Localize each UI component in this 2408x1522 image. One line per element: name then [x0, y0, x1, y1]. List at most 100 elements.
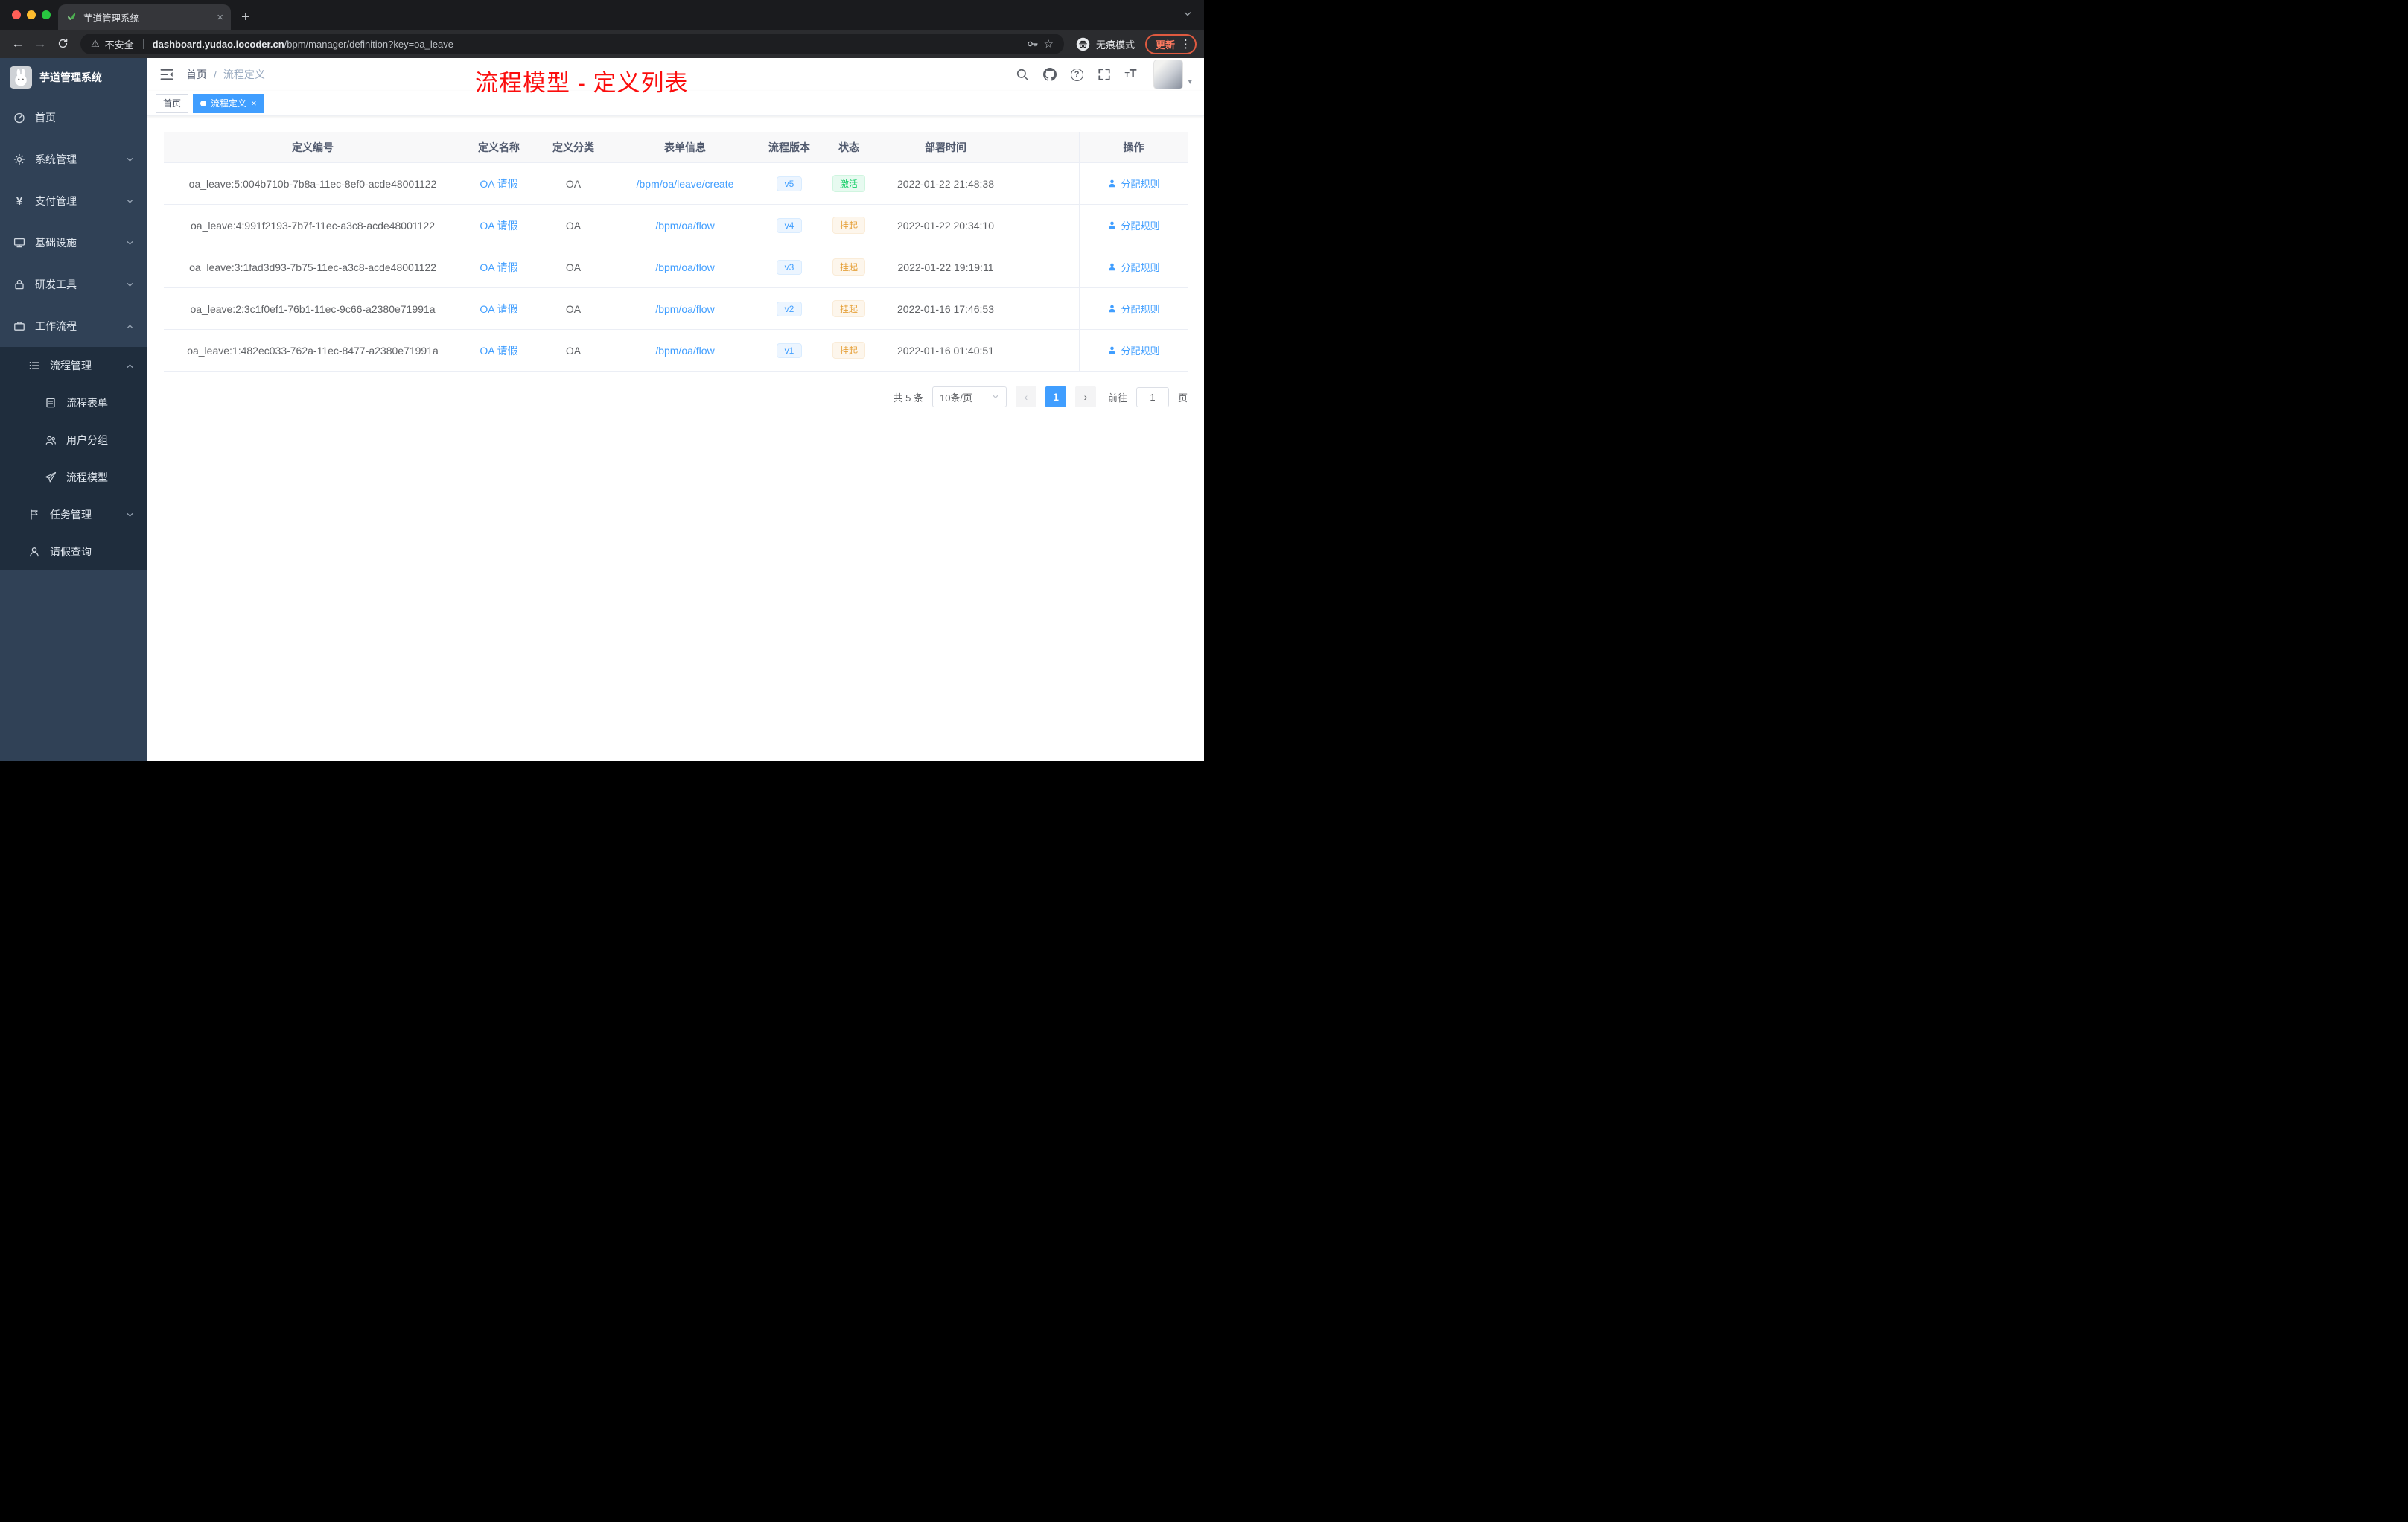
form-link[interactable]: /bpm/oa/flow [655, 345, 714, 357]
assign-rule-button[interactable]: 分配规则 [1107, 260, 1160, 274]
table-row: oa_leave:1:482ec033-762a-11ec-8477-a2380… [164, 330, 1188, 372]
assign-rule-button[interactable]: 分配规则 [1107, 218, 1160, 232]
cell-category: OA [565, 344, 582, 357]
lock-icon [13, 278, 25, 290]
form-link[interactable]: /bpm/oa/leave/create [637, 178, 734, 190]
column-header: 表单信息 [664, 141, 706, 153]
list-icon [28, 360, 40, 372]
url-domain: dashboard.yudao.iocoder.cn [152, 38, 284, 50]
sidebar-item-devtools[interactable]: 研发工具 [0, 264, 147, 305]
sidebar-item-payment[interactable]: ¥ 支付管理 [0, 180, 147, 222]
window-minimize-button[interactable] [27, 10, 36, 19]
sidebar-item-label: 工作流程 [35, 320, 77, 332]
status-badge: 挂起 [832, 342, 865, 359]
form-link[interactable]: /bpm/oa/flow [655, 220, 714, 232]
password-key-icon[interactable] [1027, 38, 1039, 50]
bookmark-star-icon[interactable]: ☆ [1044, 37, 1054, 51]
version-tag: v1 [776, 343, 803, 358]
new-tab-button[interactable]: + [241, 10, 250, 25]
reload-button[interactable] [52, 36, 73, 51]
sidebar-item-user-group[interactable]: 用户分组 [0, 421, 147, 459]
assign-rule-button[interactable]: 分配规则 [1107, 343, 1160, 357]
browser-tab-strip: 芋道管理系统 × + [0, 0, 1204, 30]
total-count: 共 5 条 [893, 392, 923, 404]
column-header: 操作 [1079, 132, 1188, 162]
fullscreen-icon[interactable] [1098, 68, 1111, 81]
breadcrumb-separator: / [214, 69, 217, 80]
sidebar-item-system[interactable]: 系统管理 [0, 138, 147, 180]
form-link[interactable]: /bpm/oa/flow [655, 303, 714, 315]
app-title: 芋道管理系统 [39, 71, 102, 83]
sidebar-item-process-management[interactable]: 流程管理 [0, 347, 147, 384]
tag-process-definition[interactable]: 流程定义 × [193, 93, 264, 113]
chevron-down-icon [126, 511, 134, 519]
page-size-select[interactable]: 10条/页 [931, 386, 1007, 407]
cell-deploy-time: 2022-01-16 17:46:53 [897, 302, 994, 315]
incognito-badge: 无痕模式 [1076, 37, 1135, 51]
prev-page-button[interactable]: ‹ [1015, 386, 1036, 407]
definition-name-link[interactable]: OA 请假 [480, 260, 517, 275]
goto-label: 前往 [1107, 392, 1127, 404]
person-icon [1107, 262, 1117, 272]
tab-title: 芋道管理系统 [83, 13, 140, 24]
sidebar-item-infrastructure[interactable]: 基础设施 [0, 222, 147, 264]
cell-category: OA [565, 219, 582, 232]
sidebar-item-process-model[interactable]: 流程模型 [0, 459, 147, 496]
tag-home[interactable]: 首页 [156, 93, 189, 113]
goto-page-input[interactable] [1135, 386, 1169, 407]
cell-definition-id: oa_leave:3:1fad3d93-7b75-11ec-a3c8-acde4… [189, 261, 436, 273]
definition-name-link[interactable]: OA 请假 [480, 343, 517, 358]
assign-rule-button[interactable]: 分配规则 [1107, 302, 1160, 316]
table-row: oa_leave:3:1fad3d93-7b75-11ec-a3c8-acde4… [164, 246, 1188, 288]
address-bar[interactable]: ⚠ 不安全 dashboard.yudao.iocoder.cn/bpm/man… [80, 34, 1064, 54]
cell-deploy-time: 2022-01-22 19:19:11 [897, 261, 994, 273]
back-button[interactable]: ← [7, 36, 28, 51]
annotation-title: 流程模型 - 定义列表 [475, 70, 689, 96]
assign-rule-button[interactable]: 分配规则 [1107, 176, 1160, 191]
update-button[interactable]: 更新 ⋮ [1144, 34, 1197, 54]
page-number-button[interactable]: 1 [1045, 386, 1066, 407]
window-zoom-button[interactable] [42, 10, 51, 19]
help-icon[interactable]: ? [1070, 68, 1083, 81]
user-avatar-menu[interactable]: ▾ [1153, 60, 1192, 89]
app-logo[interactable]: 芋道管理系统 [0, 58, 147, 97]
search-icon[interactable] [1016, 68, 1029, 81]
security-label: 不安全 [104, 39, 134, 51]
sidebar-item-leave-query[interactable]: 请假查询 [0, 533, 147, 570]
form-link[interactable]: /bpm/oa/flow [655, 261, 714, 273]
breadcrumb-home[interactable]: 首页 [186, 67, 207, 82]
person-icon [1107, 179, 1117, 188]
chevron-down-icon [126, 156, 134, 164]
breadcrumb: 首页 / 流程定义 [186, 67, 265, 82]
status-badge: 挂起 [832, 258, 865, 276]
sidebar-item-label: 用户分组 [66, 434, 108, 446]
sidebar-item-process-form[interactable]: 流程表单 [0, 384, 147, 421]
font-size-icon[interactable]: TT [1125, 69, 1137, 80]
table-row: oa_leave:4:991f2193-7b7f-11ec-a3c8-acde4… [164, 205, 1188, 246]
browser-tab[interactable]: 芋道管理系统 × [58, 4, 231, 30]
sidebar-item-home[interactable]: 首页 [0, 97, 147, 138]
cell-definition-id: oa_leave:4:991f2193-7b7f-11ec-a3c8-acde4… [191, 219, 435, 232]
screen: 芋道管理系统 × + ← → ⚠ 不安全 dashboard.yudao.ioc… [0, 0, 1204, 761]
sidebar-item-label: 首页 [35, 112, 56, 124]
window-close-button[interactable] [12, 10, 21, 19]
incognito-label: 无痕模式 [1095, 39, 1135, 51]
definition-name-link[interactable]: OA 请假 [480, 302, 517, 316]
url-text: dashboard.yudao.iocoder.cn/bpm/manager/d… [153, 39, 1022, 50]
definition-name-link[interactable]: OA 请假 [480, 218, 517, 233]
tab-close-icon[interactable]: × [217, 11, 223, 24]
menu-kebab-icon[interactable]: ⋮ [1180, 37, 1191, 51]
sidebar-item-workflow[interactable]: 工作流程 [0, 305, 147, 347]
sidebar-toggle-icon[interactable] [159, 67, 174, 82]
security-warning-icon[interactable]: ⚠ [91, 38, 100, 50]
sidebar-item-task-management[interactable]: 任务管理 [0, 496, 147, 533]
tag-close-icon[interactable]: × [251, 98, 257, 108]
cell-deploy-time: 2022-01-16 01:40:51 [897, 344, 994, 357]
sidebar: 芋道管理系统 首页 系统管理 ¥ 支付管理 基础设施 研发工具 工作流程 流程管… [0, 58, 147, 761]
next-page-button[interactable]: › [1074, 386, 1096, 407]
github-icon[interactable] [1043, 68, 1057, 81]
tab-search-chevron-icon[interactable] [1183, 9, 1192, 22]
definition-name-link[interactable]: OA 请假 [480, 176, 517, 191]
breadcrumb-current: 流程定义 [223, 69, 265, 80]
forward-button[interactable]: → [30, 36, 51, 51]
